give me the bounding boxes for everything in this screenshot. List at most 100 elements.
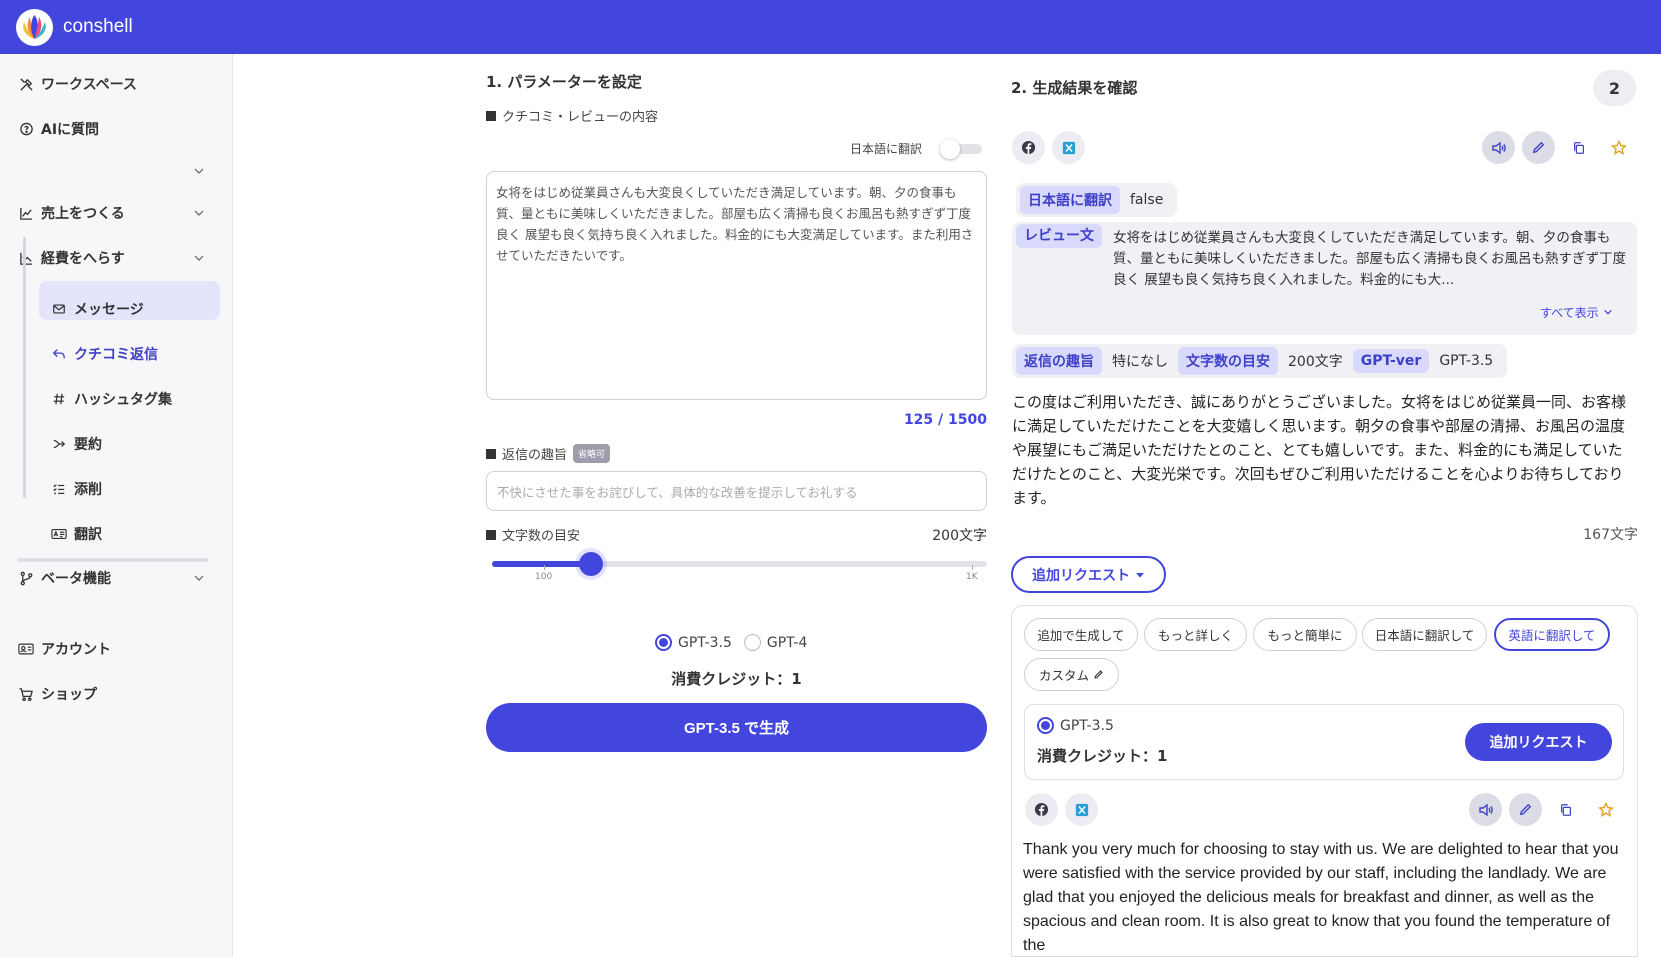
square-bullet-icon: [486, 529, 496, 540]
length-slider[interactable]: [492, 551, 987, 581]
mail-icon: [50, 300, 68, 318]
chevron-down-icon[interactable]: [192, 571, 206, 585]
hash-icon: [50, 390, 68, 408]
sidebar-item-label: アカウント: [41, 642, 111, 658]
square-bullet-icon: [486, 110, 496, 121]
sidebar-item-label: 経費をへらす: [41, 251, 125, 267]
purpose-input[interactable]: 不快にさせた事をお詫びして、具体的な改善を提示してお礼する: [486, 471, 987, 511]
length-label: 文字数の目安: [486, 525, 580, 544]
copy-icon: [1560, 803, 1571, 816]
length-tag: 文字数の目安: [1178, 347, 1278, 375]
additional-request-dropdown[interactable]: 追加リクエスト: [1011, 556, 1166, 593]
sidebar-item-label: 翻訳: [74, 527, 102, 543]
chevron-down-icon[interactable]: [192, 251, 206, 265]
sidebar-item-hashtag[interactable]: ハッシュタグ集: [50, 387, 172, 411]
slider-thumb[interactable]: [579, 552, 603, 576]
sidebar-item-ask-ai[interactable]: AIに質問: [17, 117, 99, 141]
review-textarea[interactable]: 女将をはじめ従業員さんも大変良くしていただき満足しています。朝、夕の食事も質、量…: [486, 171, 987, 400]
facebook-icon: [1034, 802, 1049, 817]
edit-button-2[interactable]: [1509, 793, 1542, 826]
pencil-icon: [1519, 803, 1532, 816]
sidebar-item-beta[interactable]: ベータ機能: [17, 566, 111, 590]
meta-options-row: 返信の趣旨 特になし 文字数の目安 200文字 GPT-ver GPT-3.5: [1012, 344, 1508, 378]
copy-button[interactable]: [1562, 131, 1595, 164]
meta-translate-row: 日本語に翻訳 false: [1016, 183, 1178, 217]
translate-toggle[interactable]: [940, 139, 983, 159]
cart-icon: [17, 685, 35, 703]
sidebar-item-proofread[interactable]: 添削: [50, 477, 102, 501]
sidebar-item-label: 要約: [74, 437, 102, 453]
reply-char-count: 167文字: [1583, 527, 1638, 543]
chip-more-detail[interactable]: もっと詳しく: [1144, 618, 1247, 651]
copy-button-2[interactable]: [1549, 793, 1582, 826]
sidebar-item-cost[interactable]: 経費をへらす: [17, 246, 125, 270]
toggle-knob: [940, 139, 960, 159]
params-title: 1. パラメーターを設定: [486, 73, 642, 91]
translate-tag: 日本語に翻訳: [1020, 186, 1120, 214]
translate-icon: [50, 525, 68, 543]
chevron-down-icon[interactable]: [192, 164, 206, 178]
speaker-button-2[interactable]: [1469, 793, 1502, 826]
generated-reply-text: この度はご利用いただき、誠にありがとうございました。女将をはじめ従業員一同、お客…: [1012, 393, 1626, 507]
star-icon: [1597, 801, 1614, 817]
show-all-link[interactable]: すべて表示: [1540, 304, 1613, 321]
facebook-icon: [1021, 140, 1036, 155]
favorite-button-2[interactable]: [1589, 793, 1622, 826]
inner-radio-gpt35[interactable]: [1037, 717, 1054, 734]
sidebar-item-label: ショップ: [41, 687, 97, 703]
radio-gpt4[interactable]: [743, 634, 761, 651]
facebook-share-button[interactable]: [1012, 131, 1045, 164]
translate-tag-value: false: [1130, 192, 1164, 208]
speaker-button[interactable]: [1482, 131, 1515, 164]
purpose-tag: 返信の趣旨: [1016, 347, 1102, 375]
slider-tick-min: 100: [535, 565, 553, 582]
additional-request-button[interactable]: 追加リクエスト: [1465, 723, 1612, 761]
sidebar-item-sales[interactable]: 売上をつくる: [17, 201, 125, 225]
edit-button[interactable]: [1522, 131, 1555, 164]
review-label: クチコミ・レビューの内容: [486, 106, 658, 125]
sidebar-item-translate[interactable]: 翻訳: [50, 522, 102, 546]
inner-model-radio[interactable]: GPT-3.5: [1037, 717, 1114, 734]
chip-simpler[interactable]: もっと簡単に: [1253, 618, 1357, 651]
length-value: 200文字: [932, 528, 987, 544]
purpose-label: 返信の趣旨 省略可: [486, 444, 611, 463]
gpt-tag: GPT-ver: [1352, 349, 1430, 373]
chip-generate-more[interactable]: 追加で生成して: [1024, 618, 1138, 651]
purpose-label-text: 返信の趣旨: [502, 448, 568, 463]
x-share-button[interactable]: [1052, 131, 1085, 164]
inner-credit-cost: 消費クレジット：1: [1037, 747, 1168, 765]
radio-gpt35[interactable]: [655, 634, 672, 651]
optional-badge: 省略可: [573, 444, 611, 463]
favorite-button[interactable]: [1602, 131, 1635, 164]
review-char-counter: 125 / 1500: [903, 412, 987, 428]
english-translation-text: Thank you very much for choosing to stay…: [1023, 841, 1619, 954]
review-preview-text: 女将をはじめ従業員さんも大変良くしていただき満足しています。朝、夕の食事も質、量…: [1113, 230, 1626, 288]
sidebar-item-account[interactable]: アカウント: [17, 637, 111, 661]
x-share-button-2[interactable]: [1065, 793, 1098, 826]
copy-icon: [1573, 141, 1584, 154]
sidebar-item-workspace[interactable]: ワークスペース: [17, 72, 137, 96]
sidebar-item-label: クチコミ返信: [74, 347, 158, 363]
sidebar-item-summary[interactable]: 要約: [50, 432, 102, 456]
facebook-share-button-2[interactable]: [1025, 793, 1058, 826]
inner-radio-label: GPT-3.5: [1060, 717, 1114, 734]
chip-custom[interactable]: カスタム: [1024, 658, 1119, 691]
purpose-tag-value: 特になし: [1112, 354, 1168, 370]
chip-translate-japanese[interactable]: 日本語に翻訳して: [1362, 618, 1487, 651]
radio-gpt4-label: GPT-4: [766, 634, 808, 651]
generate-button[interactable]: GPT-3.5 で生成: [486, 703, 987, 752]
logo-icon[interactable]: [16, 8, 53, 46]
slider-fill: [492, 561, 591, 567]
show-all-label: すべて表示: [1540, 306, 1599, 320]
slider-tick-max: 1K: [966, 565, 978, 582]
sidebar-item-message[interactable]: メッセージ: [50, 297, 144, 321]
sidebar-item-label: ベータ機能: [41, 571, 111, 587]
review-label-text: クチコミ・レビューの内容: [502, 110, 659, 125]
chip-translate-english[interactable]: 英語に翻訳して: [1494, 618, 1610, 651]
pencil-icon: [1094, 670, 1103, 679]
chevron-down-icon[interactable]: [192, 206, 206, 220]
sidebar-item-review-reply[interactable]: クチコミ返信: [50, 342, 158, 366]
sidebar-item-shop[interactable]: ショップ: [17, 682, 97, 706]
result-count-badge: 2: [1593, 70, 1636, 106]
dropdown-label: 追加リクエスト: [1032, 566, 1130, 583]
